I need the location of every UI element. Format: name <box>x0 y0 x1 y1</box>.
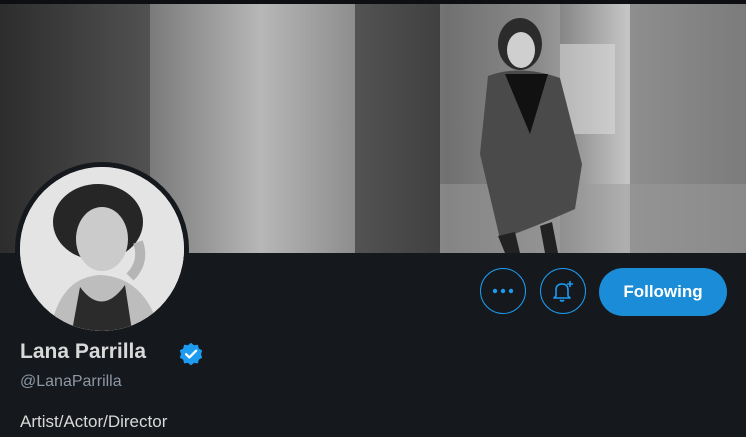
following-button[interactable]: Following <box>599 268 727 316</box>
profile-bio: Artist/Actor/Director <box>20 412 168 431</box>
bell-plus-icon <box>553 281 573 302</box>
avatar-photo <box>20 167 184 331</box>
notifications-button[interactable] <box>540 268 586 314</box>
more-button[interactable] <box>480 268 526 314</box>
verified-badge-icon <box>179 342 203 366</box>
avatar[interactable] <box>20 167 184 331</box>
more-icon <box>492 288 514 294</box>
profile-name: Lana Parrilla <box>20 340 147 363</box>
profile-handle: @LanaParrilla <box>20 373 122 390</box>
